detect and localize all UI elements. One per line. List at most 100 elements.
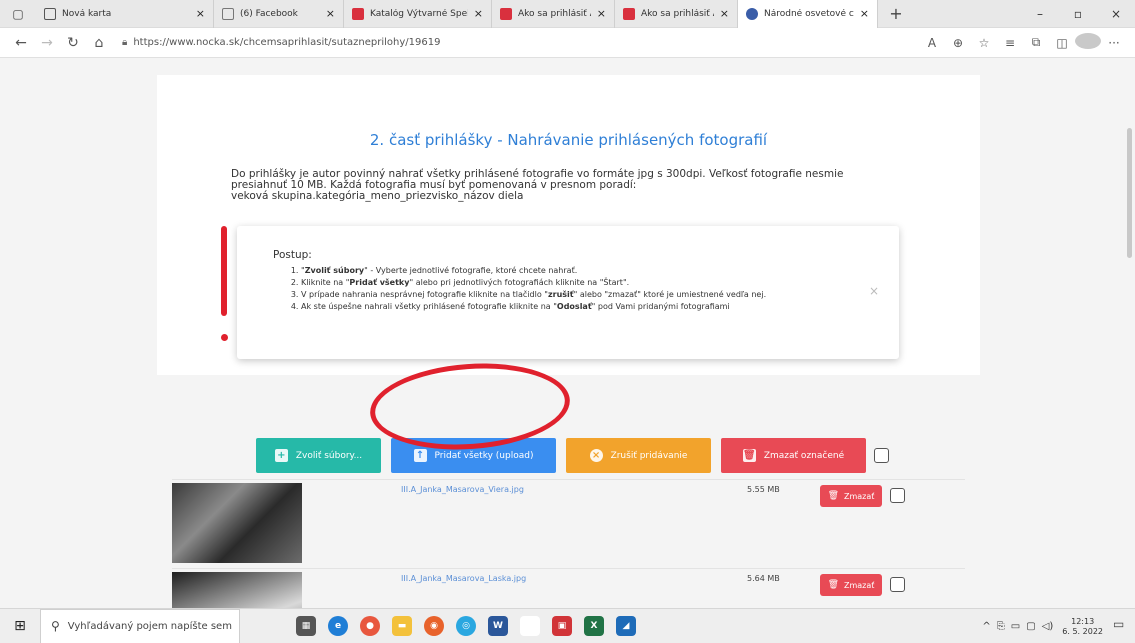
file-name[interactable]: III.A_Janka_Masarova_Laska.jpg (401, 574, 526, 583)
close-icon[interactable]: × (474, 7, 483, 20)
battery-icon[interactable]: ▭ (1011, 621, 1020, 632)
scrollbar-thumb[interactable] (1127, 128, 1132, 258)
delete-file-button[interactable]: 🗑︎ Zmazať (820, 485, 882, 507)
task-view-icon[interactable]: ▦ (296, 616, 316, 636)
plus-icon: + (274, 449, 288, 462)
photos-icon[interactable]: ◢ (616, 616, 636, 636)
firefox-icon[interactable]: ◉ (424, 616, 444, 636)
address-bar[interactable]: 🔒︎ https://www.nocka.sk/chcemsaprihlasit… (122, 37, 919, 48)
close-window-button[interactable]: × (1097, 7, 1135, 21)
network-icon[interactable]: ⎘ (997, 621, 1005, 632)
scrollbar[interactable] (1123, 58, 1135, 608)
tab-narodne-osvetove-centrum[interactable]: Národné osvetové centrum - × (738, 0, 878, 28)
pdf-icon (500, 7, 512, 20)
trash-icon: 🗑︎ (827, 491, 839, 501)
close-icon[interactable]: × (597, 7, 606, 20)
close-icon[interactable]: × (196, 7, 205, 20)
chrome-icon[interactable]: ● (360, 616, 380, 636)
notifications-icon[interactable]: ▭ (1113, 617, 1129, 633)
minimize-button[interactable]: – (1021, 7, 1059, 21)
close-icon[interactable]: × (869, 284, 879, 298)
instructions-title: Postup: (273, 249, 312, 261)
favorite-icon[interactable]: ☆ (971, 36, 997, 50)
tab-title: (6) Facebook (240, 8, 298, 19)
intro-text: Do prihlášky je autor povinný nahrať vše… (231, 169, 871, 202)
search-icon: ⚲ (51, 619, 60, 633)
favorites-list-icon[interactable]: ≡ (997, 36, 1023, 50)
tab-new[interactable]: Nová karta × (36, 0, 214, 28)
tab-amfo-1[interactable]: Ako sa prihlásiť AMFO 2022.p × (492, 0, 615, 28)
pdf-icon (623, 7, 635, 20)
refresh-icon[interactable]: ↻ (60, 35, 86, 51)
collections-icon[interactable]: ⧉ (1023, 35, 1049, 50)
profile-avatar[interactable] (1075, 33, 1101, 52)
tab-actions-icon[interactable]: ▢ (8, 4, 28, 24)
page-title: 2. časť prihlášky - Nahrávanie prihlásen… (369, 131, 768, 149)
volume-icon[interactable]: ◁) (1042, 621, 1054, 632)
clock[interactable]: 12:13 6. 5. 2022 (1062, 617, 1103, 637)
tab-title: Národné osvetové centrum - (764, 8, 854, 19)
file-select-checkbox[interactable] (890, 577, 905, 592)
delete-file-button[interactable]: 🗑︎ Zmazať (820, 574, 882, 596)
photo-thumbnail (172, 572, 302, 608)
toolbar-icons: A ⊕ ☆ ≡ ⧉ ◫ ··· (919, 33, 1127, 52)
select-all-checkbox[interactable] (874, 448, 889, 463)
word-icon[interactable]: W (488, 616, 508, 636)
window-controls: – ▫ × (1021, 0, 1135, 28)
tab-title: Katalóg Výtvarné Spektrum Tr (370, 8, 468, 19)
read-aloud-icon[interactable]: A (919, 36, 945, 50)
trash-icon: 🗑︎ (827, 580, 839, 590)
more-icon[interactable]: ··· (1101, 36, 1127, 50)
display-icon[interactable]: ▢ (1026, 621, 1035, 632)
instructions-box: Postup: "Zvoliť súbory" - Vyberte jednot… (221, 226, 899, 359)
url-text[interactable]: https://www.nocka.sk/chcemsaprihlasit/su… (133, 37, 440, 48)
file-explorer-icon[interactable]: ▬ (392, 616, 412, 636)
delete-selected-button[interactable]: 🗑︎ Zmazať označené (721, 438, 866, 473)
clock-time: 12:13 (1071, 616, 1095, 626)
maximize-button[interactable]: ▫ (1059, 7, 1097, 21)
site-icon (746, 7, 758, 20)
forward-icon[interactable]: → (34, 35, 60, 51)
system-tray: ^ ⎘ ▭ ▢ ◁) 12:13 6. 5. 2022 (979, 609, 1103, 643)
cancel-upload-button[interactable]: × Zrušiť pridávanie (566, 438, 711, 473)
back-icon[interactable]: ← (8, 35, 34, 51)
page-icon (44, 7, 56, 20)
pdf-icon (352, 7, 364, 20)
tab-amfo-2[interactable]: Ako sa prihlásiť AMFO 2022.p × (615, 0, 738, 28)
excel-icon[interactable]: X (584, 616, 604, 636)
lock-icon[interactable]: 🔒︎ (122, 37, 127, 48)
delete-file-label: Zmazať (844, 580, 875, 590)
upload-all-button[interactable]: ↑ Pridať všetky (upload) (391, 438, 556, 473)
photo-thumbnail (172, 483, 302, 563)
page-viewport: 2. časť prihlášky - Nahrávanie prihlásen… (0, 58, 1135, 608)
taskbar: ⊞ ⚲ Vyhľadávaný pojem napíšte sem ▦ e ● … (0, 608, 1135, 643)
upload-file-icon: ↑ (413, 449, 427, 462)
windows-start-icon[interactable]: ⊞ (6, 618, 34, 634)
tab-facebook[interactable]: (6) Facebook × (214, 0, 344, 28)
annotation-exclamation-dot (221, 334, 228, 341)
close-icon[interactable]: × (326, 7, 335, 20)
address-bar-row: ← → ↻ ⌂ 🔒︎ https://www.nocka.sk/chcemsap… (0, 28, 1135, 58)
edge-icon[interactable]: e (328, 616, 348, 636)
taskbar-apps: ▦ e ● ▬ ◉ ◎ W ▣ X ◢ (290, 616, 642, 636)
chevron-up-icon[interactable]: ^ (982, 621, 990, 632)
browser-icon[interactable]: ◎ (456, 616, 476, 636)
file-select-checkbox[interactable] (890, 488, 905, 503)
file-name[interactable]: III.A_Janka_Masarova_Viera.jpg (401, 485, 524, 494)
new-tab-button[interactable]: + (886, 4, 906, 24)
tab-title: Ako sa prihlásiť AMFO 2022.p (518, 8, 591, 19)
taskbar-gap (520, 616, 540, 636)
close-icon[interactable]: × (720, 7, 729, 20)
trash-icon: 🗑︎ (742, 449, 756, 462)
tab-title: Ako sa prihlásiť AMFO 2022.p (641, 8, 714, 19)
cancel-upload-label: Zrušiť pridávanie (610, 450, 688, 461)
facebook-icon (222, 7, 234, 20)
zoom-icon[interactable]: ⊕ (945, 36, 971, 50)
taskbar-search[interactable]: ⚲ Vyhľadávaný pojem napíšte sem (40, 608, 240, 643)
choose-files-button[interactable]: + Zvoliť súbory... (256, 438, 381, 473)
close-icon[interactable]: × (860, 7, 869, 20)
extensions-icon[interactable]: ◫ (1049, 36, 1075, 50)
tab-katalog[interactable]: Katalóg Výtvarné Spektrum Tr × (344, 0, 492, 28)
home-icon[interactable]: ⌂ (86, 35, 112, 51)
store-icon[interactable]: ▣ (552, 616, 572, 636)
